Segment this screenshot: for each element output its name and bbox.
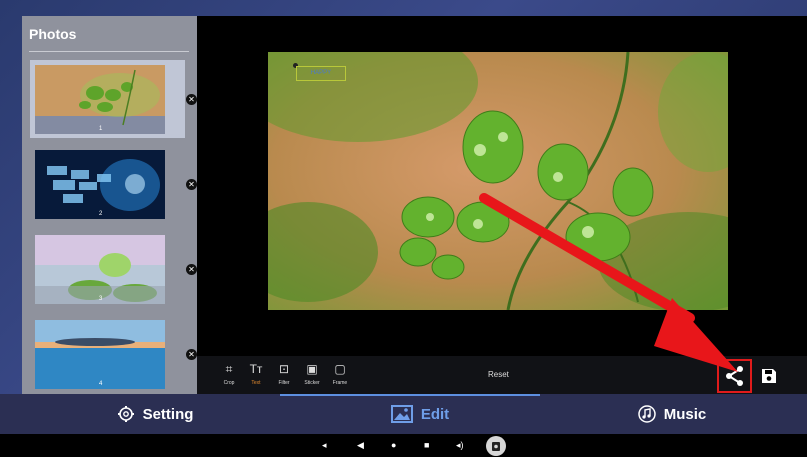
app-window: Photos 1 ✕ 2 ✕ 3 ✕ 4 ✕ HAPPY ⌗ Crop Tт T… bbox=[0, 0, 807, 457]
save-button[interactable] bbox=[760, 367, 778, 385]
bottom-tab-bar: Setting Edit Music bbox=[0, 394, 807, 434]
sticker-icon: ▣ bbox=[306, 362, 318, 376]
sticker-tool[interactable]: ▣ Sticker bbox=[298, 362, 326, 386]
system-nav-bar: ◂ ◀ ● ■ ◂) bbox=[0, 434, 807, 457]
image-icon bbox=[390, 405, 413, 423]
thumbnail-image: 1 bbox=[35, 65, 165, 134]
delete-photo-icon[interactable]: ✕ bbox=[186, 94, 197, 105]
photo-thumbnail-4[interactable]: 4 ✕ bbox=[30, 315, 197, 393]
main-photo[interactable]: HAPPY bbox=[268, 52, 728, 310]
tool-label: Filter bbox=[278, 380, 290, 386]
thumbnail-index: 4 bbox=[99, 381, 103, 387]
filter-icon: ⊡ bbox=[278, 362, 290, 376]
tab-setting[interactable]: Setting bbox=[100, 394, 210, 434]
photos-panel: Photos 1 ✕ 2 ✕ 3 ✕ 4 ✕ bbox=[22, 16, 197, 394]
reset-button[interactable]: Reset bbox=[488, 370, 509, 379]
filter-tool[interactable]: ⊡ Filter bbox=[270, 362, 298, 386]
photos-title: Photos bbox=[29, 26, 77, 42]
frame-tool[interactable]: ▢ Frame bbox=[326, 362, 354, 386]
gear-icon bbox=[117, 406, 134, 422]
tab-music[interactable]: Music bbox=[622, 394, 722, 434]
photo-thumbnail-1[interactable]: 1 ✕ bbox=[30, 60, 197, 138]
delete-photo-icon[interactable]: ✕ bbox=[186, 179, 197, 190]
text-tool[interactable]: Tт Text bbox=[242, 362, 270, 386]
tab-label: Edit bbox=[420, 405, 450, 423]
text-sticker[interactable]: HAPPY bbox=[296, 66, 346, 81]
share-button[interactable] bbox=[717, 359, 752, 393]
crop-icon: ⌗ bbox=[225, 362, 233, 376]
tool-label: Text bbox=[251, 380, 261, 386]
crop-tool[interactable]: ⌗ Crop bbox=[215, 362, 243, 386]
tool-label: Crop bbox=[223, 380, 235, 386]
tab-label: Setting bbox=[142, 405, 194, 423]
screenshot-button[interactable] bbox=[486, 436, 506, 456]
thumbnail-index: 2 bbox=[99, 211, 103, 217]
photo-thumbnail-2[interactable]: 2 ✕ bbox=[30, 145, 197, 223]
thumbnail-image: 4 bbox=[35, 320, 165, 389]
music-icon bbox=[637, 405, 656, 423]
text-icon: Tт bbox=[249, 362, 263, 376]
volume-up-icon[interactable]: ◂) bbox=[456, 439, 464, 451]
editor-canvas: HAPPY ⌗ Crop Tт Text ⊡ Filter ▣ Sticker … bbox=[197, 16, 807, 394]
share-icon bbox=[726, 366, 743, 386]
recents-icon[interactable]: ■ bbox=[424, 439, 429, 451]
tab-edit[interactable]: Edit bbox=[370, 394, 470, 434]
divider bbox=[29, 51, 189, 52]
frame-icon: ▢ bbox=[334, 362, 346, 376]
tool-label: Sticker bbox=[304, 380, 320, 386]
camera-icon bbox=[492, 442, 500, 451]
photo-thumbnail-3[interactable]: 3 ✕ bbox=[30, 230, 197, 308]
thumbnail-index: 3 bbox=[99, 296, 103, 302]
back-icon[interactable]: ◀ bbox=[357, 439, 364, 451]
edit-toolbar: ⌗ Crop Tт Text ⊡ Filter ▣ Sticker ▢ Fram… bbox=[197, 356, 807, 394]
home-icon[interactable]: ● bbox=[391, 439, 396, 451]
thumbnail-image: 2 bbox=[35, 150, 165, 219]
delete-photo-icon[interactable]: ✕ bbox=[186, 264, 197, 275]
thumbnail-index: 1 bbox=[99, 126, 103, 132]
volume-down-icon[interactable]: ◂ bbox=[322, 439, 327, 451]
delete-photo-icon[interactable]: ✕ bbox=[186, 349, 197, 360]
thumbnail-image: 3 bbox=[35, 235, 165, 304]
tab-label: Music bbox=[663, 405, 707, 423]
save-icon bbox=[762, 369, 776, 383]
tool-label: Frame bbox=[332, 380, 348, 386]
